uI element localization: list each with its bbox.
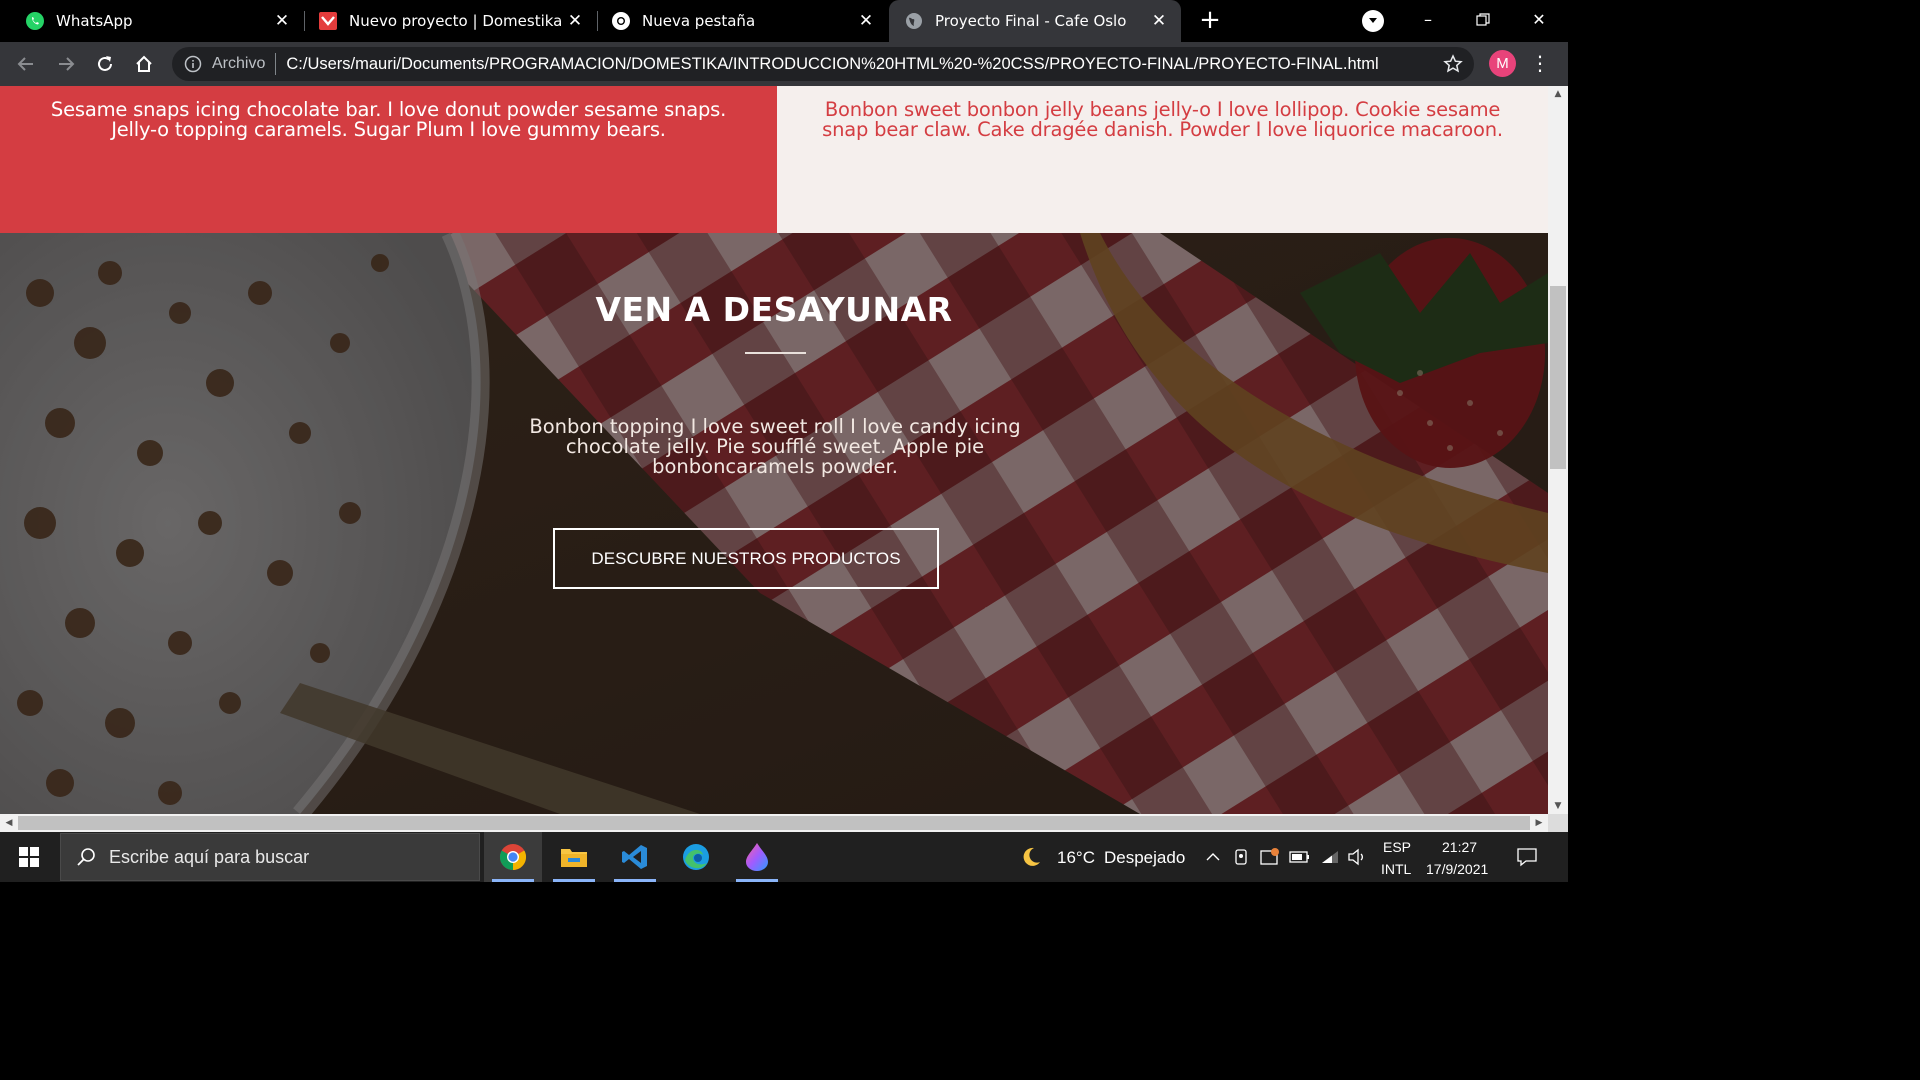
- globe-icon: [903, 10, 925, 32]
- scrollbar-corner: [1548, 814, 1568, 832]
- taskbar-search-placeholder: Escribe aquí para buscar: [109, 846, 310, 867]
- weather-temperature[interactable]: 16°C: [1057, 848, 1095, 868]
- scroll-down-icon[interactable]: ▼: [1548, 798, 1568, 814]
- info-panel-left: Sesame snaps icing chocolate bar. I love…: [0, 86, 777, 233]
- taskbar-file-explorer[interactable]: [545, 832, 603, 882]
- scroll-up-icon[interactable]: ▲: [1548, 86, 1568, 102]
- address-scheme-label: Archivo: [212, 55, 266, 72]
- close-tab-icon[interactable]: ✕: [854, 9, 878, 33]
- battery-icon[interactable]: [1289, 846, 1311, 868]
- active-app-indicator: [736, 879, 778, 882]
- info-icon[interactable]: [184, 55, 202, 73]
- discover-products-button[interactable]: DESCUBRE NUESTROS PRODUCTOS: [553, 528, 939, 589]
- meet-now-icon[interactable]: [1230, 846, 1252, 868]
- bookmark-star-icon[interactable]: [1442, 53, 1464, 75]
- address-url[interactable]: C:/Users/mauri/Documents/PROGRAMACION/DO…: [286, 55, 1378, 74]
- tab-new-tab[interactable]: Nueva pestaña ✕: [586, 0, 888, 42]
- clock-date[interactable]: 17/9/2021: [1426, 861, 1488, 877]
- hero-divider: [745, 352, 806, 354]
- browser-toolbar: Archivo C:/Users/mauri/Documents/PROGRAM…: [0, 42, 1568, 86]
- new-tab-button[interactable]: +: [1196, 7, 1224, 35]
- browser-menu-icon[interactable]: ⋮: [1530, 50, 1550, 78]
- chrome-icon: [499, 844, 527, 871]
- windows-start-icon[interactable]: [0, 832, 58, 882]
- vertical-scrollbar[interactable]: ▲ ▼: [1548, 86, 1568, 814]
- minimize-icon[interactable]: –: [1414, 6, 1442, 34]
- taskbar-vscode[interactable]: [606, 832, 664, 882]
- profile-avatar[interactable]: M: [1489, 50, 1516, 77]
- input-language[interactable]: ESP: [1383, 839, 1411, 855]
- weather-condition[interactable]: Despejado: [1104, 848, 1185, 868]
- wifi-icon[interactable]: [1319, 846, 1341, 868]
- address-bar[interactable]: Archivo C:/Users/mauri/Documents/PROGRAM…: [172, 47, 1474, 81]
- moon-weather-icon[interactable]: [1020, 846, 1042, 868]
- domestika-icon: [317, 10, 339, 32]
- home-icon[interactable]: [130, 50, 158, 78]
- taskbar-chrome[interactable]: [484, 832, 542, 882]
- chevron-up-icon[interactable]: [1202, 846, 1224, 868]
- file-explorer-icon: [561, 849, 587, 867]
- browser-tab-strip: WhatsApp ✕ Nuevo proyecto | Domestika ✕ …: [0, 0, 1568, 42]
- chrome-icon: [610, 10, 632, 32]
- edge-icon: [683, 844, 709, 870]
- taskbar-paint-app[interactable]: [728, 832, 786, 882]
- tab-title: Nueva pestaña: [642, 12, 756, 30]
- horizontal-scrollbar[interactable]: ◀ ▶: [0, 814, 1548, 832]
- info-panel-right: Bonbon sweet bonbon jelly beans jelly-o …: [777, 86, 1548, 233]
- page-viewport: Sesame snaps icing chocolate bar. I love…: [0, 86, 1548, 814]
- panel-left-text: Sesame snaps icing chocolate bar. I love…: [50, 98, 727, 141]
- horizontal-scroll-thumb[interactable]: [18, 816, 1530, 830]
- vertical-scroll-thumb[interactable]: [1550, 286, 1566, 469]
- tab-domestika[interactable]: Nuevo proyecto | Domestika ✕: [293, 0, 597, 42]
- active-app-indicator: [553, 879, 595, 882]
- tab-search-icon[interactable]: [1362, 10, 1384, 32]
- notifications-icon[interactable]: [1516, 846, 1538, 868]
- hero-title: VEN A DESAYUNAR: [595, 290, 953, 329]
- breakfast-hero-section: VEN A DESAYUNAR Bonbon topping I love sw…: [0, 233, 1548, 814]
- windows-taskbar: Escribe aquí para buscar 16°C Despejado: [0, 832, 1568, 882]
- input-language-layout[interactable]: INTL: [1381, 861, 1411, 877]
- vscode-icon: [622, 845, 647, 869]
- scroll-left-icon[interactable]: ◀: [0, 814, 18, 832]
- forward-icon[interactable]: [52, 50, 80, 78]
- tab-title: Proyecto Final - Cafe Oslo: [935, 12, 1127, 30]
- active-app-indicator: [614, 879, 656, 882]
- panel-right-text: Bonbon sweet bonbon jelly beans jelly-o …: [822, 98, 1503, 141]
- back-icon[interactable]: [12, 50, 40, 78]
- active-app-indicator: [492, 879, 534, 882]
- tab-title: WhatsApp: [56, 12, 133, 30]
- tab-proyecto-final[interactable]: Proyecto Final - Cafe Oslo ✕: [889, 0, 1181, 42]
- restore-icon[interactable]: [1469, 6, 1497, 34]
- whatsapp-icon: [24, 10, 46, 32]
- volume-icon[interactable]: [1346, 846, 1368, 868]
- paint-drop-icon: [746, 843, 768, 871]
- reload-icon[interactable]: [91, 50, 119, 78]
- close-tab-icon[interactable]: ✕: [270, 9, 294, 33]
- tab-whatsapp[interactable]: WhatsApp ✕: [0, 0, 304, 42]
- taskbar-search-box[interactable]: Escribe aquí para buscar: [60, 833, 480, 881]
- close-window-icon[interactable]: ✕: [1525, 6, 1553, 34]
- taskbar-edge[interactable]: [667, 832, 725, 882]
- scroll-right-icon[interactable]: ▶: [1530, 814, 1548, 832]
- address-divider: [275, 53, 277, 75]
- clock-time[interactable]: 21:27: [1442, 839, 1477, 855]
- hero-description: Bonbon topping I love sweet roll I love …: [529, 415, 1021, 478]
- close-tab-icon[interactable]: ✕: [563, 9, 587, 33]
- tab-title: Nuevo proyecto | Domestika: [349, 12, 563, 30]
- close-tab-icon[interactable]: ✕: [1147, 9, 1171, 33]
- search-icon: [75, 846, 97, 868]
- alert-icon[interactable]: [1259, 846, 1281, 868]
